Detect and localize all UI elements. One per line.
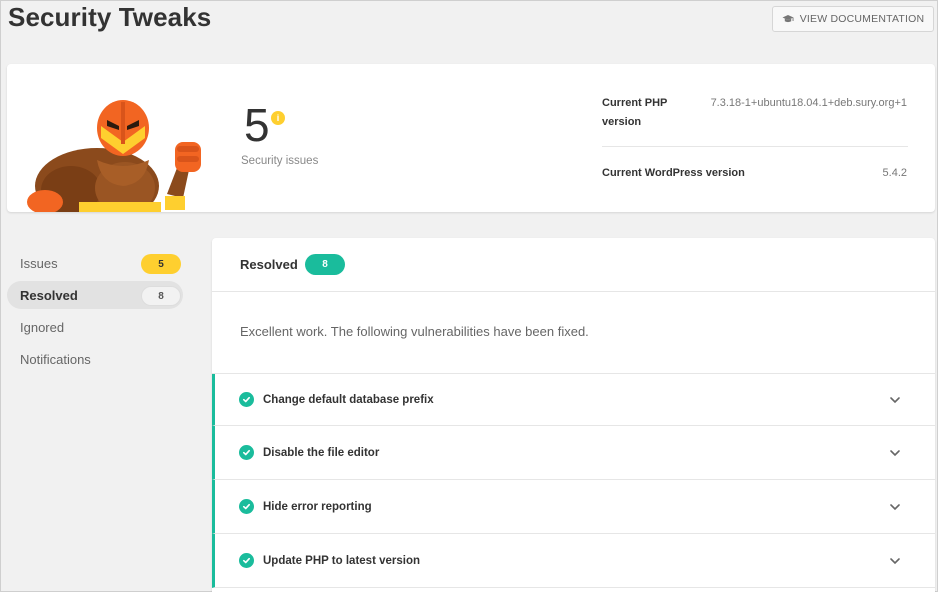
view-documentation-button[interactable]: VIEW DOCUMENTATION: [772, 6, 934, 32]
tweak-label: Hide error reporting: [263, 500, 372, 513]
wordpress-version-value: 5.4.2: [882, 167, 907, 179]
mascot-illustration: [27, 100, 201, 212]
check-circle-icon: [239, 499, 254, 514]
sidebar-nav: Issues 5 Resolved 8 Ignored Notification…: [7, 249, 183, 377]
sidebar-item-issues[interactable]: Issues 5: [7, 249, 183, 277]
sidebar-item-notifications[interactable]: Notifications: [7, 345, 183, 373]
sidebar-item-label: Notifications: [20, 351, 91, 367]
tweak-label: Disable the file editor: [263, 446, 380, 459]
issue-count: 5: [244, 99, 270, 151]
issue-label: Security issues: [241, 155, 319, 167]
resolved-panel: Resolved 8 Excellent work. The following…: [212, 238, 935, 592]
panel-title: Resolved: [240, 257, 298, 272]
tweak-row[interactable]: Update PHP to latest version: [212, 534, 935, 588]
sidebar-item-ignored[interactable]: Ignored: [7, 313, 183, 341]
sidebar-item-label: Resolved: [20, 287, 78, 303]
tweak-row[interactable]: Hide error reporting: [212, 480, 935, 534]
tweak-label: Change default database prefix: [263, 393, 434, 406]
check-circle-icon: [239, 392, 254, 407]
summary-card: 5 i Security issues Current PHP version …: [7, 64, 935, 212]
resolved-count-badge: 8: [141, 286, 181, 306]
tweak-row[interactable]: Change default database prefix: [212, 374, 935, 426]
resolved-count-badge: 8: [305, 254, 345, 275]
php-version-label: Current PHP version: [602, 97, 668, 128]
php-version-value: 7.3.18-1+ubuntu18.04.1+deb.sury.org+1: [710, 97, 907, 109]
info-indicator-icon: i: [271, 111, 285, 125]
issues-count-badge: 5: [141, 254, 181, 274]
tweak-row[interactable]: Disable the file editor: [212, 426, 935, 480]
chevron-down-icon[interactable]: [889, 557, 901, 565]
page-title: Security Tweaks: [8, 2, 212, 32]
view-documentation-label: VIEW DOCUMENTATION: [799, 13, 925, 25]
page-header: Security Tweaks VIEW DOCUMENTATION: [1, 1, 938, 61]
tweak-label: Update PHP to latest version: [263, 554, 420, 567]
stat-divider: [602, 146, 908, 147]
chevron-down-icon[interactable]: [889, 449, 901, 457]
sidebar-item-resolved[interactable]: Resolved 8: [7, 281, 183, 309]
panel-header: Resolved 8: [212, 238, 935, 292]
check-circle-icon: [239, 553, 254, 568]
sidebar-item-label: Issues: [20, 255, 58, 271]
chevron-down-icon[interactable]: [889, 396, 901, 404]
tweak-list: Change default database prefix Disable t…: [212, 374, 935, 588]
sidebar-item-label: Ignored: [20, 319, 65, 335]
panel-description: Excellent work. The following vulnerabil…: [240, 324, 589, 339]
chevron-down-icon[interactable]: [889, 503, 901, 511]
wordpress-version-label: Current WordPress version: [602, 167, 745, 179]
academic-cap-icon: [782, 15, 794, 23]
check-circle-icon: [239, 445, 254, 460]
